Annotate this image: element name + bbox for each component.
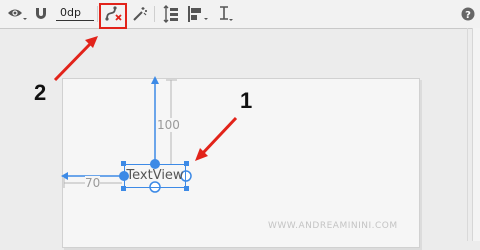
annotation-number-1: 1 (240, 88, 253, 113)
margin-top-label: 100 (157, 118, 180, 132)
watermark-text: WWW.ANDREAMININI.COM (268, 221, 398, 231)
margin-left-label: 70 (85, 176, 101, 190)
top-constraint-arrow (151, 76, 159, 84)
textview-widget[interactable]: TextView (124, 164, 186, 188)
annotation-arrow-1 (200, 116, 238, 156)
annotation-number-2: 2 (34, 80, 47, 105)
annotation-arrow-2 (53, 40, 94, 82)
constraints-overlay (53, 36, 238, 193)
